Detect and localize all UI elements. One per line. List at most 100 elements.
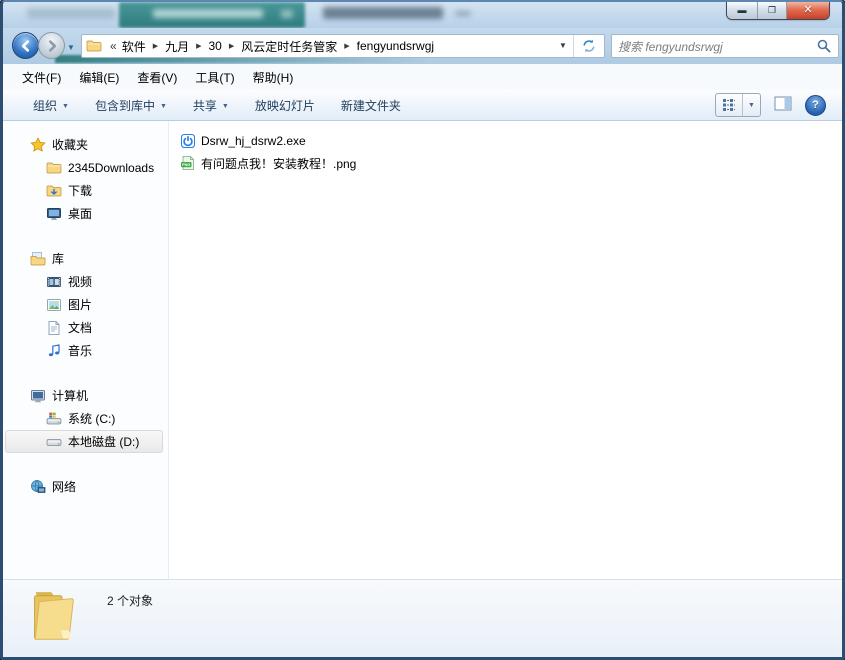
change-view-button[interactable]: ▼	[715, 93, 761, 117]
help-button[interactable]: ?	[805, 95, 826, 116]
desktop-icon	[46, 206, 62, 222]
command-toolbar: 组织▼ 包含到库中▼ 共享 ▼ 放映幻灯片 新建文件夹 ▼ ?	[3, 90, 842, 121]
breadcrumb-item[interactable]: fengyundsrwgj	[355, 39, 436, 53]
breadcrumb-item[interactable]: 软件	[120, 38, 148, 55]
minimize-icon: ▬	[738, 6, 747, 15]
toolbar-button-label: 共享	[193, 97, 217, 114]
toolbar-button[interactable]: 共享 ▼	[193, 97, 229, 114]
title-bar[interactable]: ▬ ❐ ✕	[3, 2, 842, 28]
sidebar-item-label: 桌面	[68, 205, 92, 222]
sidebar-item[interactable]: 音乐	[3, 339, 163, 362]
breadcrumb-separator-icon[interactable]: ▶	[191, 42, 206, 50]
breadcrumb-overflow-chevron[interactable]: «	[106, 39, 120, 53]
breadcrumb-item[interactable]: 风云定时任务管家	[239, 38, 339, 55]
chevron-down-icon: ▼	[62, 103, 69, 110]
sidebar-group-gap	[3, 362, 168, 384]
sidebar-group-1[interactable]: 库	[3, 247, 163, 270]
maximize-button[interactable]: ❐	[758, 2, 787, 19]
menu-item[interactable]: 查看(V)	[128, 67, 186, 88]
menu-item[interactable]: 工具(T)	[186, 67, 243, 88]
sidebar-group-label: 库	[52, 250, 64, 267]
navigation-bar: ▼ «软件▶九月▶30▶风云定时任务管家▶fengyundsrwgj ▼ 搜索 …	[3, 28, 842, 64]
breadcrumb: «软件▶九月▶30▶风云定时任务管家▶fengyundsrwgj	[102, 38, 553, 55]
preview-pane-icon	[774, 96, 792, 114]
back-button[interactable]	[12, 32, 39, 59]
search-input[interactable]: 搜索 fengyundsrwgj	[611, 34, 839, 58]
breadcrumb-item[interactable]: 30	[207, 39, 224, 53]
details-pane: 2 个对象	[3, 579, 842, 657]
toolbar-button[interactable]: 组织▼	[33, 97, 69, 114]
maximize-icon: ❐	[768, 6, 776, 15]
drive-icon	[46, 434, 62, 450]
close-button[interactable]: ✕	[787, 2, 829, 19]
search-placeholder: 搜索 fengyundsrwgj	[618, 38, 816, 55]
sidebar-item-label: 系统 (C:)	[68, 410, 115, 427]
forward-button[interactable]	[38, 32, 65, 59]
refresh-button[interactable]	[573, 35, 604, 57]
menu-item[interactable]: 编辑(E)	[70, 67, 128, 88]
arrow-right-icon	[44, 38, 60, 54]
sidebar-item[interactable]: 桌面	[3, 202, 163, 225]
chevron-down-icon: ▼	[222, 103, 229, 110]
sidebar-item-label: 音乐	[68, 342, 92, 359]
sidebar-item-label: 本地磁盘 (D:)	[68, 433, 139, 450]
content-area: 收藏夹2345Downloads 下载桌面库视频图片文档音乐计算机系统 (C:) 本…	[3, 121, 842, 580]
chevron-down-icon: ▼	[67, 43, 75, 52]
star-icon	[30, 137, 46, 153]
menu-bar: 文件(F)编辑(E)查看(V)工具(T)帮助(H)	[3, 64, 842, 90]
sidebar-item[interactable]: 文档	[3, 316, 163, 339]
file-list[interactable]: Dsrw_hj_dsrw2.exe PNG 有问题点我！安装教程！.png	[170, 121, 842, 580]
folder-icon[interactable]	[86, 38, 102, 54]
sidebar-item[interactable]: 图片	[3, 293, 163, 316]
views-dropdown-caret[interactable]: ▼	[742, 94, 760, 116]
sidebar-item[interactable]: 视频	[3, 270, 163, 293]
file-item[interactable]: PNG 有问题点我！安装教程！.png	[180, 152, 842, 174]
breadcrumb-separator-icon[interactable]: ▶	[224, 42, 239, 50]
preview-pane-button[interactable]	[773, 96, 793, 114]
toolbar-button[interactable]: 新建文件夹	[341, 97, 401, 114]
refresh-icon	[581, 38, 597, 54]
file-item[interactable]: Dsrw_hj_dsrw2.exe	[180, 130, 842, 152]
blurred-background-text	[27, 8, 115, 19]
breadcrumb-item[interactable]: 九月	[163, 38, 191, 55]
sidebar-item[interactable]: 系统 (C:)	[3, 407, 163, 430]
breadcrumb-separator-icon[interactable]: ▶	[339, 42, 354, 50]
views-grid-icon[interactable]	[716, 94, 742, 116]
sidebar-group-0[interactable]: 收藏夹	[3, 133, 163, 156]
sidebar-group-label: 计算机	[52, 387, 88, 404]
breadcrumb-separator-icon[interactable]: ▶	[148, 42, 163, 50]
sidebar-item[interactable]: 2345Downloads	[3, 156, 163, 179]
toolbar-button[interactable]: 放映幻灯片	[255, 97, 315, 114]
blurred-tab-text	[153, 9, 263, 18]
menu-item[interactable]: 帮助(H)	[244, 67, 303, 88]
navigation-pane[interactable]: 收藏夹2345Downloads 下载桌面库视频图片文档音乐计算机系统 (C:) 本…	[3, 121, 169, 580]
minimize-button[interactable]: ▬	[727, 2, 758, 19]
toolbar-button[interactable]: 包含到库中▼	[95, 97, 167, 114]
menu-item[interactable]: 文件(F)	[13, 67, 70, 88]
recent-pages-button[interactable]: ▼	[67, 43, 75, 52]
blurred-tab-close	[281, 10, 293, 18]
video-icon	[46, 274, 62, 290]
sidebar-item[interactable]: 下载	[3, 179, 163, 202]
chevron-down-icon: ▼	[748, 102, 755, 109]
sidebar-group-2[interactable]: 计算机	[3, 384, 163, 407]
sidebar-item-label: 文档	[68, 319, 92, 336]
address-dropdown-button[interactable]: ▼	[553, 35, 573, 57]
magnifier-icon[interactable]	[816, 38, 832, 54]
png-image-icon: PNG	[180, 155, 196, 171]
address-bar[interactable]: «软件▶九月▶30▶风云定时任务管家▶fengyundsrwgj ▼	[81, 34, 605, 58]
sidebar-group-label: 网络	[52, 478, 76, 495]
item-count: 2 个对象	[107, 592, 153, 609]
sidebar-group-gap	[3, 453, 168, 475]
help-icon: ?	[812, 99, 819, 111]
folder-download-icon	[46, 183, 62, 199]
sidebar-item-label: 下载	[68, 182, 92, 199]
sidebar-item[interactable]: 本地磁盘 (D:)	[5, 430, 163, 453]
sidebar-group-3[interactable]: 网络	[3, 475, 163, 498]
sidebar-item-label: 图片	[68, 296, 92, 313]
open-folder-icon	[27, 585, 85, 650]
toolbar-button-label: 新建文件夹	[341, 97, 401, 114]
file-name: 有问题点我！安装教程！.png	[201, 155, 356, 172]
drive-system-icon	[46, 411, 62, 427]
toolbar-button-label: 放映幻灯片	[255, 97, 315, 114]
